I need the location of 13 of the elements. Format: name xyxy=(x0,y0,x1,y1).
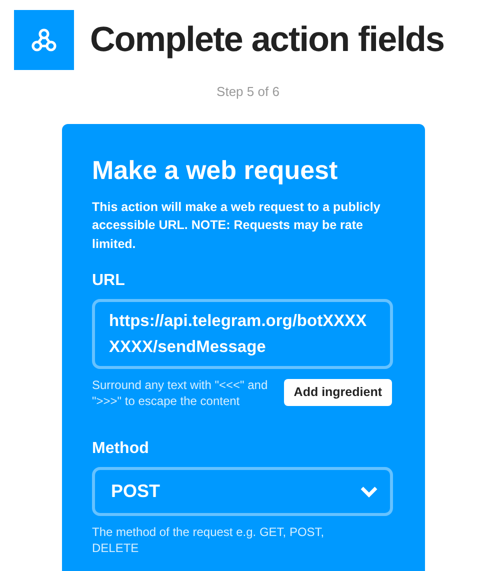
page-title: Complete action fields xyxy=(90,18,444,61)
card-title: Make a web request xyxy=(92,154,339,186)
help-text: Surround any text with "<<<" and ">>>" to escape the content xyxy=(92,377,269,409)
step-indicator: Step 5 of 6 xyxy=(216,83,280,101)
url-field[interactable]: https://api.telegram.org/botXXXXXXXX/sendMessage xyxy=(92,299,393,369)
field-label: Method xyxy=(92,439,150,459)
help-text: The method of the request e.g. GET, POST, DELETE xyxy=(92,524,326,556)
method-select[interactable]: POST xyxy=(92,467,393,516)
field-label: URL xyxy=(92,271,126,291)
card-description: This action will make a web request to a publicly accessible URL. NOTE: Requests may be rate limited. xyxy=(92,198,382,252)
chevron-down-icon xyxy=(360,486,378,498)
webhook-icon xyxy=(31,27,57,53)
add-ingredient-button[interactable]: Add ingredient xyxy=(284,379,392,406)
